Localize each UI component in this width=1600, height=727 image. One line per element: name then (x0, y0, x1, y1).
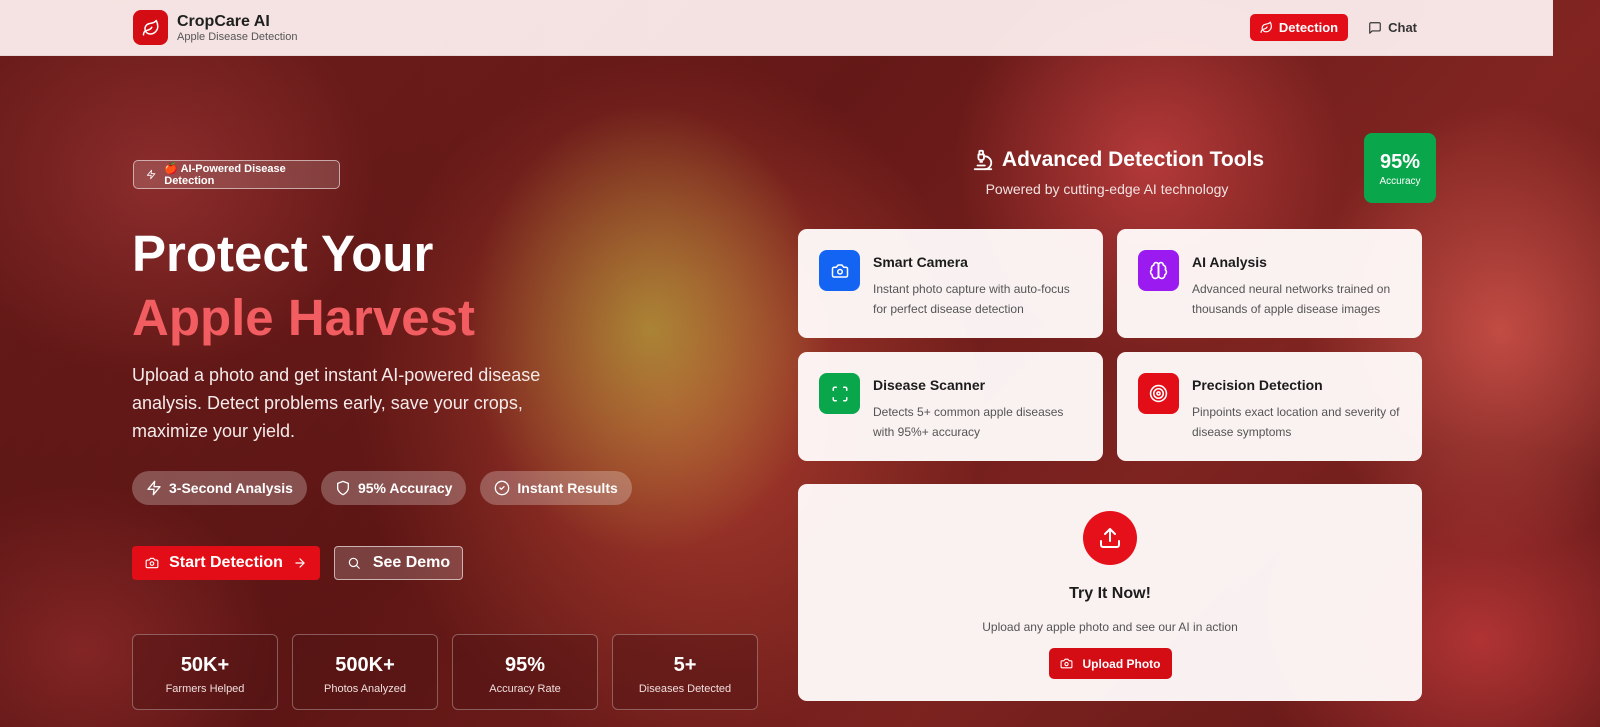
camera-icon (145, 557, 159, 569)
nav-detection-button[interactable]: Detection (1249, 14, 1349, 41)
target-icon (1138, 373, 1179, 414)
leaf-icon (133, 10, 168, 45)
card-body: AI Analysis Advanced neural networks tra… (1192, 253, 1402, 338)
card-title: Disease Scanner (873, 377, 986, 393)
tools-title: Advanced Detection Tools (968, 148, 1268, 172)
brand[interactable]: CropCare AI Apple Disease Detection (133, 10, 297, 45)
page-scrollbar[interactable] (1568, 0, 1600, 727)
hero-title-line1: Protect Your (132, 225, 434, 282)
tools-title-text: Advanced Detection Tools (1001, 148, 1265, 171)
card-description: Instant photo capture with auto-focus fo… (873, 282, 1070, 316)
pill-instant: Instant Results (480, 471, 632, 505)
camera-icon (1060, 658, 1072, 669)
ai-powered-badge: 🍎 AI-Powered Disease Detection (133, 160, 340, 189)
badge-text: 🍎 AI-Powered Disease Detection (164, 163, 286, 187)
hero-description: Upload a photo and get instant AI-powere… (132, 365, 541, 441)
pill-label: 95% Accuracy (357, 480, 453, 496)
card-body: Precision Detection Pinpoints exact loca… (1192, 376, 1402, 461)
bolt-icon (147, 480, 161, 496)
card-body: Disease Scanner Detects 5+ common apple … (873, 376, 1083, 461)
try-it-now-panel: Try It Now! Upload any apple photo and s… (798, 484, 1422, 701)
tools-header: Advanced Detection Tools Powered by cutt… (968, 148, 1268, 197)
pill-label: 3-Second Analysis (169, 480, 293, 496)
card-disease-scanner[interactable]: Disease Scanner Detects 5+ common apple … (798, 352, 1103, 461)
stats-row: 50K+ Farmers Helped 500K+ Photos Analyze… (132, 634, 758, 710)
card-description: Advanced neural networks trained on thou… (1192, 282, 1391, 316)
hero-actions: Start Detection See Demo (132, 546, 463, 580)
try-description: Upload any apple photo and see our AI in… (982, 620, 1238, 634)
sparkle-icon (146, 169, 156, 180)
stat-label: Photos Analyzed (324, 683, 406, 695)
tools-subtitle: Powered by cutting-edge AI technology (985, 181, 1229, 197)
stat-card: 500K+ Photos Analyzed (292, 634, 438, 710)
brain-icon (1138, 250, 1179, 291)
search-icon (348, 557, 360, 569)
nav-detection-label: Detection (1278, 20, 1339, 35)
arrow-right-icon (295, 558, 305, 568)
brand-subtitle: Apple Disease Detection (177, 30, 298, 43)
pill-speed: 3-Second Analysis (132, 471, 307, 505)
hero-title-line2: Apple Harvest (132, 289, 475, 346)
leaf-icon (1260, 21, 1272, 33)
accuracy-value: 95% (1379, 150, 1421, 173)
card-smart-camera[interactable]: Smart Camera Instant photo capture with … (798, 229, 1103, 338)
stat-value: 500K+ (335, 654, 395, 676)
pill-accuracy: 95% Accuracy (320, 471, 467, 505)
try-title: Try It Now! (1069, 585, 1151, 602)
card-precision-detection[interactable]: Precision Detection Pinpoints exact loca… (1117, 352, 1422, 461)
stat-value: 50K+ (180, 654, 230, 676)
card-title: Precision Detection (1192, 377, 1323, 393)
feature-pills: 3-Second Analysis 95% Accuracy Instant R… (132, 471, 632, 505)
card-body: Smart Camera Instant photo capture with … (873, 253, 1083, 338)
scan-icon (819, 373, 860, 414)
nav-chat-button[interactable]: Chat (1364, 14, 1421, 41)
card-description: Detects 5+ common apple diseases with 95… (873, 405, 1064, 439)
main-nav: Detection Chat (1249, 14, 1421, 41)
accuracy-badge: 95% Accuracy (1364, 133, 1436, 203)
camera-icon (819, 250, 860, 291)
top-navbar: CropCare AI Apple Disease Detection Dete… (0, 0, 1553, 56)
stat-card: 50K+ Farmers Helped (132, 634, 278, 710)
upload-photo-label: Upload Photo (1082, 656, 1161, 671)
microscope-icon (973, 149, 993, 171)
stat-label: Farmers Helped (165, 683, 245, 695)
accuracy-label: Accuracy (1379, 175, 1421, 187)
card-title: AI Analysis (1192, 254, 1267, 270)
stat-card: 5+ Diseases Detected (612, 634, 758, 710)
brand-text: CropCare AI Apple Disease Detection (177, 12, 297, 44)
upload-photo-button[interactable]: Upload Photo (1048, 648, 1172, 679)
nav-chat-label: Chat (1388, 20, 1417, 35)
stat-card: 95% Accuracy Rate (452, 634, 598, 710)
stat-value: 95% (504, 654, 546, 676)
shield-icon (336, 480, 349, 496)
stat-label: Diseases Detected (638, 683, 732, 695)
stat-label: Accuracy Rate (489, 683, 561, 695)
start-detection-button[interactable]: Start Detection (132, 546, 320, 580)
check-circle-icon (495, 480, 510, 496)
feature-cards: Smart Camera Instant photo capture with … (798, 229, 1422, 461)
card-title: Smart Camera (873, 254, 968, 270)
see-demo-label: See Demo (372, 554, 451, 571)
card-description: Pinpoints exact location and severity of… (1192, 405, 1400, 439)
card-ai-analysis[interactable]: AI Analysis Advanced neural networks tra… (1117, 229, 1422, 338)
stat-value: 5+ (673, 654, 697, 676)
see-demo-button[interactable]: See Demo (334, 546, 463, 580)
upload-icon[interactable] (1083, 511, 1137, 565)
pill-label: Instant Results (517, 480, 618, 496)
brand-title: CropCare AI (177, 12, 270, 30)
hero-title: Protect Your Apple Harvest (132, 222, 475, 350)
chat-icon (1369, 21, 1381, 34)
start-detection-label: Start Detection (169, 554, 283, 571)
